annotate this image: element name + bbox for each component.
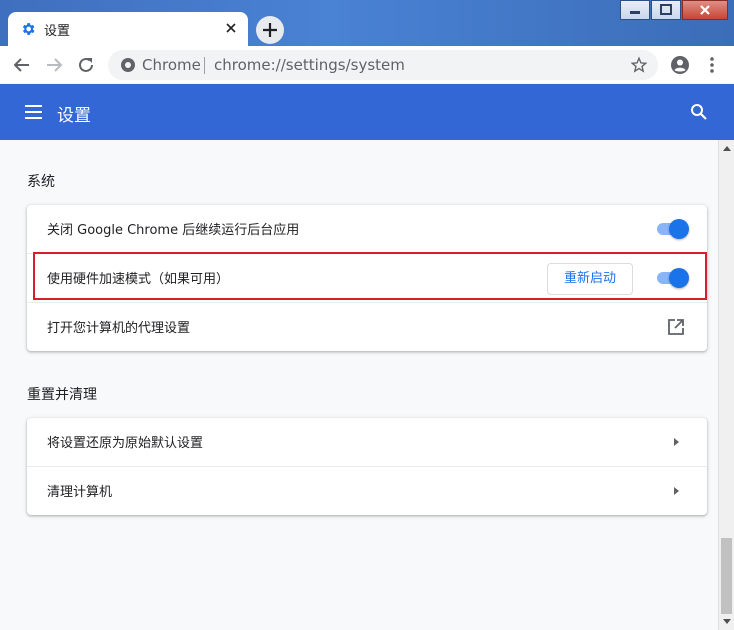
row-restore-defaults[interactable]: 将设置还原为原始默认设置 <box>27 418 707 466</box>
settings-header: 设置 <box>0 84 734 140</box>
section-title-system: 系统 <box>27 174 55 190</box>
row-label: 打开您计算机的代理设置 <box>47 321 191 336</box>
scroll-down-arrow-icon[interactable] <box>723 619 731 624</box>
chrome-site-icon <box>121 58 135 72</box>
relaunch-button[interactable]: 重新启动 <box>547 263 633 295</box>
row-clean-up-computer[interactable]: 清理计算机 <box>27 466 707 515</box>
reload-icon[interactable] <box>76 55 96 75</box>
arrow-right-icon <box>674 487 679 495</box>
close-icon[interactable] <box>222 19 240 37</box>
vertical-scrollbar[interactable] <box>718 140 734 630</box>
browser-tab-settings[interactable]: 设置 <box>8 12 248 46</box>
url-text[interactable]: chrome://settings/system <box>214 56 405 74</box>
hamburger-menu-icon[interactable] <box>24 103 44 121</box>
row-label: 使用硬件加速模式（如果可用） <box>47 272 230 287</box>
reset-card: 将设置还原为原始默认设置 清理计算机 <box>27 418 707 515</box>
system-card: 关闭 Google Chrome 后继续运行后台应用 使用硬件加速模式（如果可用… <box>27 205 707 351</box>
plus-icon <box>263 23 277 37</box>
maximize-icon <box>660 4 672 15</box>
account-icon[interactable] <box>670 55 690 75</box>
row-background-apps[interactable]: 关闭 Google Chrome 后继续运行后台应用 <box>27 205 707 253</box>
toggle-knob <box>669 268 689 288</box>
site-label: Chrome <box>142 56 201 74</box>
browser-toolbar: Chrome chrome://settings/system <box>0 46 734 85</box>
omnibox-separator <box>204 57 205 74</box>
close-icon <box>700 5 710 15</box>
background-apps-toggle[interactable] <box>655 219 689 239</box>
row-label: 清理计算机 <box>47 485 113 500</box>
more-vert-icon[interactable] <box>702 55 722 75</box>
section-title-reset: 重置并清理 <box>27 387 97 403</box>
maximize-button[interactable] <box>651 0 681 20</box>
settings-content: 系统 关闭 Google Chrome 后继续运行后台应用 使用硬件加速模式（如… <box>0 140 718 630</box>
page-title: 设置 <box>57 106 91 126</box>
external-link-icon[interactable] <box>667 318 685 336</box>
star-icon[interactable] <box>630 56 648 74</box>
minimize-icon <box>630 11 640 14</box>
address-bar[interactable]: Chrome chrome://settings/system <box>108 50 658 80</box>
row-hardware-acceleration[interactable]: 使用硬件加速模式（如果可用） 重新启动 <box>27 252 707 302</box>
scroll-thumb[interactable] <box>721 538 732 614</box>
window-close-button[interactable] <box>682 0 728 20</box>
tab-title: 设置 <box>44 24 71 39</box>
toggle-knob <box>669 219 689 239</box>
hardware-acceleration-toggle[interactable] <box>655 268 689 288</box>
row-label: 关闭 Google Chrome 后继续运行后台应用 <box>47 223 300 238</box>
row-proxy-settings[interactable]: 打开您计算机的代理设置 <box>27 302 707 351</box>
window-controls <box>619 0 728 20</box>
tab-strip: 设置 <box>0 0 734 46</box>
arrow-right-icon <box>674 438 679 446</box>
gear-icon <box>22 23 35 35</box>
new-tab-button[interactable] <box>256 16 284 44</box>
minimize-button[interactable] <box>620 0 650 20</box>
forward-arrow-icon[interactable] <box>44 55 64 75</box>
row-label: 将设置还原为原始默认设置 <box>47 436 204 451</box>
search-icon[interactable] <box>690 103 708 121</box>
back-arrow-icon[interactable] <box>12 55 32 75</box>
scroll-up-arrow-icon[interactable] <box>723 146 731 151</box>
